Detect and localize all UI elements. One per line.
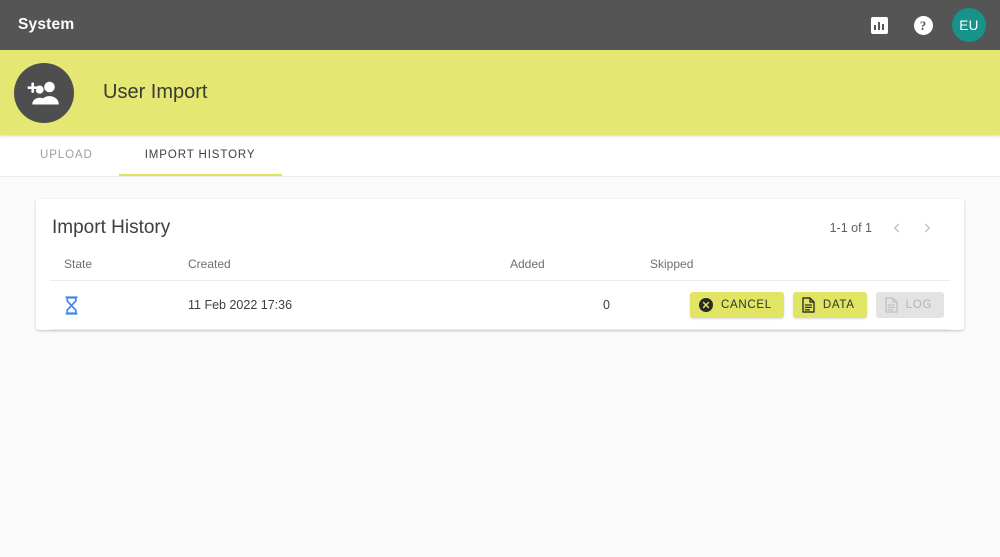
tab-import-history[interactable]: IMPORT HISTORY: [118, 135, 282, 176]
app-title: System: [18, 16, 75, 33]
document-icon: [802, 297, 815, 313]
row-actions: CANCEL DATA LOG: [689, 292, 944, 318]
cancel-circle-icon: [698, 298, 713, 312]
table-row: 11 Feb 2022 17:36 0 0 CANCEL: [50, 280, 950, 330]
cell-state: [50, 280, 172, 330]
column-header-state: State: [50, 251, 172, 281]
table-header-row: State Created Added Skipped: [50, 251, 950, 281]
document-icon: [884, 297, 898, 313]
bar-chart-button[interactable]: [864, 10, 894, 40]
help-icon: ?: [913, 15, 933, 35]
tab-upload[interactable]: UPLOAD: [14, 135, 119, 176]
table-body: 11 Feb 2022 17:36 0 0 CANCEL: [50, 280, 950, 330]
column-header-skipped: Skipped: [632, 251, 772, 281]
column-header-created: Created: [172, 251, 492, 281]
cell-added: 0: [492, 280, 632, 330]
data-button-label: DATA: [822, 299, 855, 311]
help-button[interactable]: ?: [908, 10, 938, 40]
log-button-label: LOG: [905, 299, 932, 311]
topbar-actions: ? EU: [864, 8, 986, 42]
page-title: User Import: [103, 81, 208, 103]
column-header-added: Added: [492, 251, 632, 281]
import-history-table: State Created Added Skipped 11 Feb 2022: [50, 251, 950, 330]
paginator-previous-button[interactable]: [884, 215, 910, 241]
cancel-button-label: CANCEL: [720, 299, 772, 311]
table-head: State Created Added Skipped: [50, 251, 950, 281]
card-header: Import History 1-1 of 1: [50, 199, 950, 251]
cancel-button[interactable]: CANCEL: [689, 292, 784, 318]
paginator-next-button[interactable]: [914, 215, 940, 241]
top-app-bar: System ? EU: [0, 0, 1000, 50]
tab-bar: UPLOAD IMPORT HISTORY: [0, 135, 1000, 177]
column-header-actions: [772, 251, 950, 281]
paginator-range: 1-1 of 1: [829, 221, 872, 235]
chevron-left-icon: [894, 223, 900, 233]
data-button[interactable]: DATA: [792, 292, 867, 318]
cell-created: 11 Feb 2022 17:36: [172, 280, 492, 330]
cell-actions: CANCEL DATA LOG: [689, 280, 950, 330]
page-header: User Import: [0, 50, 1000, 135]
chevron-right-icon: [924, 223, 930, 233]
log-button[interactable]: LOG: [875, 292, 944, 318]
avatar[interactable]: EU: [952, 8, 986, 42]
content-area: Import History 1-1 of 1 State Created Ad…: [0, 177, 1000, 330]
page-header-avatar: [14, 62, 74, 123]
add-group-icon: [27, 81, 59, 104]
hourglass-icon: [65, 295, 78, 315]
card-title: Import History: [52, 217, 171, 238]
import-history-card: Import History 1-1 of 1 State Created Ad…: [36, 199, 964, 330]
paginator: 1-1 of 1: [830, 215, 950, 241]
bar-chart-icon: [870, 16, 888, 34]
